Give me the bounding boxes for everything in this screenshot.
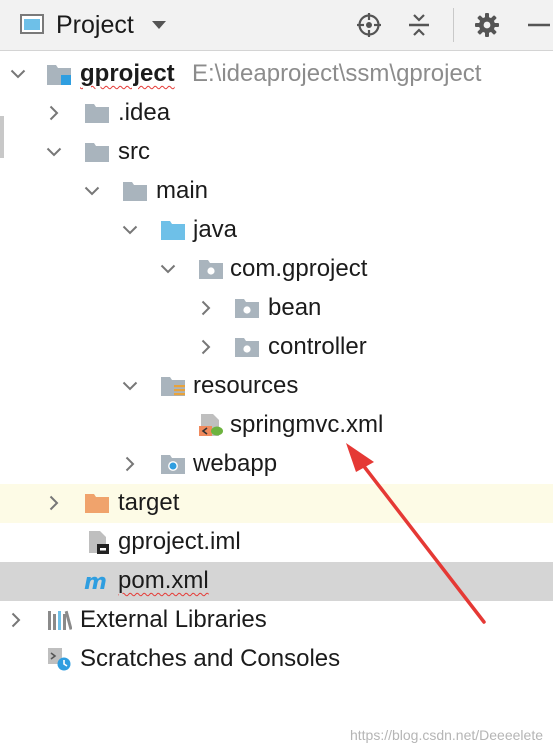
project-tool-window-header: Project bbox=[0, 0, 553, 51]
chevron-right-icon[interactable] bbox=[8, 612, 24, 628]
tree-item-pom-xml[interactable]: m pom.xml bbox=[0, 562, 553, 601]
chevron-down-icon[interactable] bbox=[160, 261, 176, 277]
tree-item-com-gproject[interactable]: com.gproject bbox=[0, 250, 553, 289]
tree-item-springmvc-xml[interactable]: springmvc.xml bbox=[0, 406, 553, 445]
tree-item-scratches[interactable]: Scratches and Consoles bbox=[0, 640, 553, 679]
chevron-right-icon[interactable] bbox=[46, 105, 62, 121]
toolbar-separator bbox=[453, 8, 454, 42]
module-file-icon bbox=[89, 531, 109, 554]
libraries-icon bbox=[48, 610, 72, 630]
tree-item-controller[interactable]: controller bbox=[0, 328, 553, 367]
chevron-down-icon[interactable] bbox=[122, 222, 138, 238]
tree-item-target[interactable]: target bbox=[0, 484, 553, 523]
tree-label-target: target bbox=[118, 489, 180, 516]
svg-text:m: m bbox=[84, 570, 107, 593]
tree-item-webapp[interactable]: webapp bbox=[0, 445, 553, 484]
collapse-all-icon[interactable] bbox=[406, 12, 432, 38]
tree-item-src[interactable]: src bbox=[0, 133, 553, 172]
tree-item-bean[interactable]: bean bbox=[0, 289, 553, 328]
module-folder-icon bbox=[47, 65, 71, 85]
folder-icon bbox=[85, 104, 109, 123]
folder-icon bbox=[85, 143, 109, 162]
tree-item-gproject-iml[interactable]: gproject.iml bbox=[0, 523, 553, 562]
locate-icon[interactable] bbox=[356, 12, 382, 38]
web-folder-icon bbox=[161, 455, 185, 474]
source-folder-icon bbox=[161, 221, 185, 240]
tree-item-idea[interactable]: .idea bbox=[0, 94, 553, 133]
package-icon bbox=[235, 299, 259, 318]
tree-item-gproject[interactable]: gproject E:\ideaproject\ssm\gproject bbox=[0, 55, 553, 94]
package-icon bbox=[235, 338, 259, 357]
maven-file-icon: m bbox=[84, 570, 107, 593]
panel-title[interactable]: Project bbox=[56, 9, 134, 41]
package-icon bbox=[199, 260, 223, 279]
minimize-icon[interactable] bbox=[526, 12, 552, 38]
resources-folder-icon bbox=[161, 377, 185, 396]
tree-label-controller: controller bbox=[268, 333, 367, 360]
tree-label-scratches: Scratches and Consoles bbox=[80, 645, 341, 672]
chevron-down-icon[interactable] bbox=[122, 378, 138, 394]
chevron-down-icon[interactable] bbox=[10, 66, 26, 82]
tree-item-external-libraries[interactable]: External Libraries bbox=[0, 601, 553, 640]
chevron-down-icon[interactable] bbox=[150, 18, 168, 32]
tree-label-external-libraries: External Libraries bbox=[80, 606, 267, 633]
tree-label-webapp: webapp bbox=[193, 450, 278, 477]
excluded-folder-icon bbox=[85, 494, 109, 513]
project-path: E:\ideaproject\ssm\gproject bbox=[192, 60, 482, 87]
tree-label-main: main bbox=[156, 177, 209, 204]
tree-label-resources: resources bbox=[193, 372, 299, 399]
tree-label-pom-xml: pom.xml bbox=[118, 567, 209, 594]
tree-label-idea: .idea bbox=[118, 99, 171, 126]
spring-xml-file-icon bbox=[199, 414, 223, 436]
tree-label-gproject-iml: gproject.iml bbox=[118, 528, 241, 555]
chevron-right-icon[interactable] bbox=[46, 495, 62, 511]
tree-label-springmvc-xml: springmvc.xml bbox=[230, 411, 384, 438]
tree-item-main[interactable]: main bbox=[0, 172, 553, 211]
chevron-down-icon[interactable] bbox=[46, 144, 62, 160]
watermark: https://blog.csdn.net/Deeeelete bbox=[349, 727, 543, 743]
chevron-down-icon[interactable] bbox=[84, 183, 100, 199]
tree-label-bean: bean bbox=[268, 294, 322, 321]
chevron-right-icon[interactable] bbox=[198, 339, 214, 355]
tree-label-com-gproject: com.gproject bbox=[230, 255, 368, 282]
tree-label-java: java bbox=[193, 216, 238, 243]
tree-item-resources[interactable]: resources bbox=[0, 367, 553, 406]
tree-item-java[interactable]: java bbox=[0, 211, 553, 250]
tree-label-src: src bbox=[118, 138, 150, 165]
project-view-icon[interactable] bbox=[20, 14, 44, 34]
scratches-icon bbox=[48, 648, 71, 671]
chevron-right-icon[interactable] bbox=[198, 300, 214, 316]
chevron-right-icon[interactable] bbox=[122, 456, 138, 472]
gear-icon[interactable] bbox=[474, 12, 500, 38]
folder-icon bbox=[123, 182, 147, 201]
tree-label-gproject: gproject bbox=[80, 60, 175, 87]
